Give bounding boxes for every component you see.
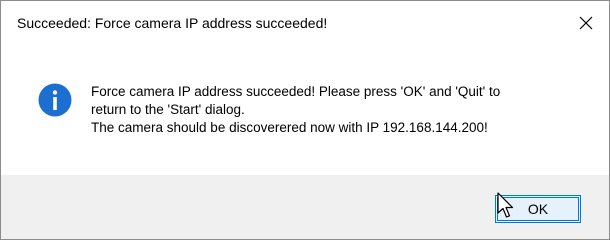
close-icon: [579, 16, 593, 30]
dialog-message: Force camera IP address succeeded! Pleas…: [91, 83, 591, 137]
dialog-title: Succeeded: Force camera IP address succe…: [17, 15, 328, 31]
mouse-cursor-icon: [497, 192, 514, 218]
close-button[interactable]: [563, 1, 609, 45]
message-dialog: Succeeded: Force camera IP address succe…: [0, 0, 610, 240]
dialog-footer: OK: [1, 175, 609, 239]
message-line: Force camera IP address succeeded! Pleas…: [91, 84, 501, 99]
message-line: return to the 'Start' dialog.: [91, 102, 245, 117]
dialog-content: Force camera IP address succeeded! Pleas…: [1, 49, 609, 175]
message-line: The camera should be discoverered now wi…: [91, 120, 488, 135]
information-icon: [38, 83, 72, 117]
title-bar: Succeeded: Force camera IP address succe…: [1, 1, 609, 49]
